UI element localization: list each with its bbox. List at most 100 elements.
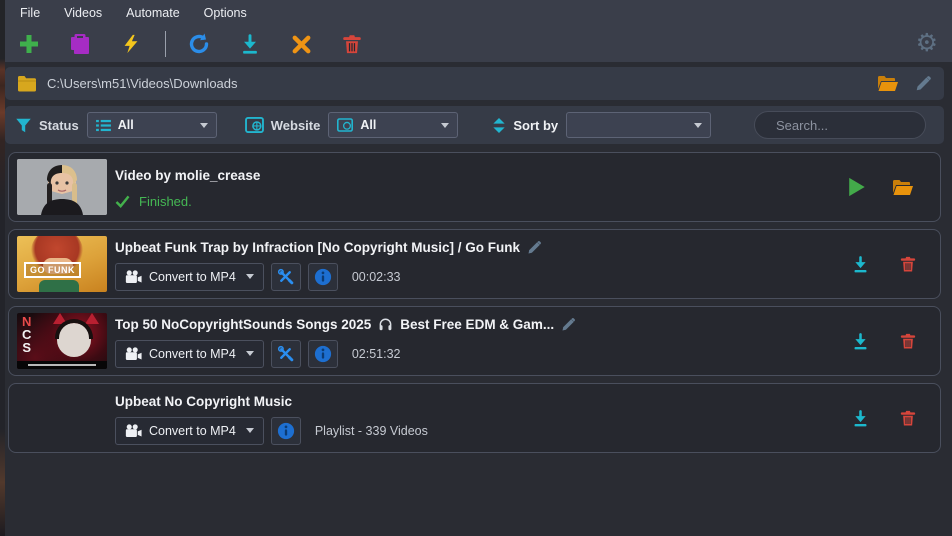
trash-icon (900, 256, 916, 272)
video-list: Video by molie_crease Finished. GO FUNK (8, 152, 941, 453)
open-folder-icon (878, 76, 898, 91)
sort-by-label: Sort by (513, 117, 559, 133)
chevron-down-icon (245, 274, 254, 279)
delete-button[interactable] (899, 254, 917, 274)
delete-button[interactable] (899, 408, 917, 428)
tools-button[interactable] (270, 339, 301, 368)
convert-format-dropdown[interactable]: Convert to MP4 (115, 416, 264, 445)
cancel-all-button[interactable] (284, 28, 318, 60)
chevron-down-icon (199, 122, 208, 128)
add-icon (20, 35, 38, 53)
download-path: C:\Users\m51\Videos\Downloads (47, 76, 238, 91)
chevron-down-icon (694, 122, 703, 128)
info-icon (314, 268, 331, 285)
lightning-icon (124, 34, 138, 54)
toolbar (0, 26, 952, 62)
tools-icon (278, 345, 294, 362)
video-camera-icon (125, 423, 142, 437)
download-path-bar: C:\Users\m51\Videos\Downloads (5, 67, 944, 100)
video-title: Top 50 NoCopyrightSounds Songs 2025 Best… (115, 317, 576, 332)
menu-videos[interactable]: Videos (52, 1, 114, 25)
video-row-3[interactable]: N C S Top 50 NoCopyrightSounds Songs 202… (8, 306, 941, 376)
desktop-edge (0, 0, 5, 536)
status-finished: Finished. (139, 193, 192, 209)
search-input[interactable] (776, 117, 952, 133)
download-icon (854, 332, 867, 349)
search-box[interactable] (754, 111, 952, 139)
video-thumbnail: GO FUNK (17, 236, 107, 292)
delete-all-button[interactable] (335, 28, 369, 60)
delete-button[interactable] (899, 331, 917, 351)
convert-format-dropdown[interactable]: Convert to MP4 (115, 339, 264, 368)
settings-button[interactable]: ⚙ (916, 30, 938, 55)
info-icon (314, 345, 331, 362)
globe-icon (337, 118, 354, 132)
menubar: File Videos Automate Options (0, 0, 952, 26)
video-duration: 00:02:33 (351, 269, 401, 284)
info-button[interactable] (270, 416, 301, 445)
browse-folder-button[interactable] (877, 75, 899, 92)
edit-path-button[interactable] (915, 75, 932, 92)
convert-format-dropdown[interactable]: Convert to MP4 (115, 262, 264, 291)
info-icon (277, 422, 294, 439)
tools-icon (278, 268, 294, 285)
play-icon (849, 177, 865, 197)
video-camera-icon (125, 346, 142, 360)
menu-options[interactable]: Options (192, 1, 259, 25)
video-camera-icon (125, 269, 142, 283)
refresh-button[interactable] (182, 28, 216, 60)
chevron-down-icon (245, 428, 254, 433)
video-thumbnail (17, 159, 107, 215)
paste-url-button[interactable] (63, 28, 97, 60)
video-row-4[interactable]: Upbeat No Copyright Music Convert to MP4… (8, 383, 941, 453)
trash-icon (900, 410, 916, 426)
refresh-icon (189, 33, 209, 54)
download-button[interactable] (851, 331, 870, 352)
edit-title-icon[interactable] (527, 240, 542, 255)
gear-icon: ⚙ (915, 28, 938, 57)
sort-dropdown[interactable] (566, 112, 712, 138)
video-title: Video by molie_crease (115, 167, 261, 183)
open-file-location-button[interactable] (892, 179, 914, 196)
download-button[interactable] (851, 254, 870, 275)
download-icon (854, 255, 867, 272)
tools-button[interactable] (270, 262, 301, 291)
paste-icon (71, 34, 89, 54)
website-value: All (360, 118, 377, 132)
playlist-meta: Playlist - 339 Videos (314, 423, 428, 438)
play-button[interactable] (847, 177, 866, 197)
automate-button[interactable] (114, 28, 148, 60)
menu-file[interactable]: File (8, 1, 52, 25)
video-duration: 02:51:32 (351, 346, 401, 361)
download-icon (854, 409, 867, 426)
open-folder-icon (893, 179, 913, 195)
menu-automate[interactable]: Automate (114, 1, 192, 25)
add-url-button[interactable] (12, 28, 46, 60)
toolbar-separator (165, 31, 166, 57)
filter-bar: Status All Website All Sort by (5, 106, 952, 144)
info-button[interactable] (307, 262, 338, 291)
cancel-all-icon (292, 35, 310, 53)
trash-icon (900, 333, 916, 349)
folder-icon (18, 76, 36, 92)
info-button[interactable] (307, 339, 338, 368)
chevron-down-icon (245, 351, 254, 356)
website-icon (244, 117, 264, 133)
status-dropdown[interactable]: All (86, 112, 217, 138)
website-dropdown[interactable]: All (328, 112, 459, 138)
website-label: Website (270, 117, 321, 133)
video-row-1[interactable]: Video by molie_crease Finished. (8, 152, 941, 222)
topbar: File Videos Automate Options ⚙ (0, 0, 952, 62)
playlist-title: Upbeat No Copyright Music (115, 393, 293, 409)
pencil-icon (916, 76, 931, 91)
status-label: Status (39, 117, 79, 133)
chevron-down-icon (441, 122, 450, 128)
video-thumbnail: N C S (17, 313, 107, 369)
sort-icon (493, 117, 506, 133)
video-row-2[interactable]: GO FUNK Upbeat Funk Trap by Infraction [… (8, 229, 941, 299)
download-all-button[interactable] (233, 28, 267, 60)
download-button[interactable] (851, 408, 870, 429)
edit-title-icon[interactable] (561, 317, 576, 332)
delete-all-icon (343, 35, 361, 54)
thumb-label: GO FUNK (24, 262, 81, 278)
